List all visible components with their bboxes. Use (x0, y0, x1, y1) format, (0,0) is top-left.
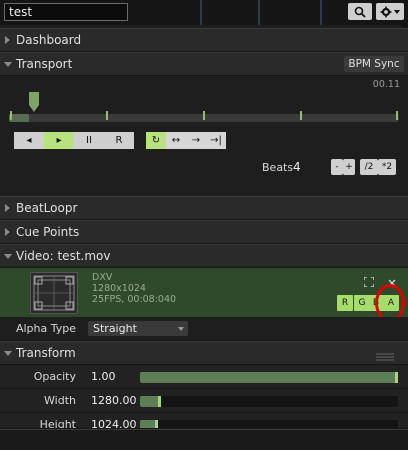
param-value[interactable]: 1280.00 (91, 394, 137, 407)
param-label: Opacity (33, 370, 76, 383)
beats-label: Beats (262, 161, 294, 174)
section-beatloopr[interactable]: BeatLoopr (0, 196, 408, 220)
alpha-type-label: Alpha Type (15, 322, 76, 335)
transport-panel: 00.11 ◂ ▸ II R ↻ ↔ → →| Beats 4 - + /2 *… (0, 76, 408, 196)
section-title: Transport (16, 57, 73, 71)
timecode: 00.11 (372, 79, 400, 90)
forward-mode-button[interactable]: → (186, 132, 206, 149)
slider-handle[interactable] (157, 396, 161, 407)
video-thumbnail[interactable] (30, 272, 78, 314)
section-title: BeatLoopr (16, 201, 78, 215)
expand-arrow-icon (5, 36, 10, 44)
param-label: Height (39, 418, 76, 429)
pause-button[interactable]: II (74, 132, 104, 149)
expand-arrow-icon (5, 204, 10, 212)
channel-r-toggle[interactable]: R (337, 295, 353, 311)
footer-bar (0, 429, 408, 450)
alpha-type-value: Straight (93, 322, 137, 335)
sync-mode-select[interactable]: BPM Sync (344, 56, 404, 72)
loop-mode-button[interactable]: ↻ (146, 132, 166, 149)
search-icon (354, 6, 366, 18)
fullscreen-icon[interactable] (363, 276, 375, 288)
section-video[interactable]: Video: test.mov (0, 244, 408, 268)
param-value[interactable]: 1024.00 (91, 418, 137, 428)
collapse-arrow-icon (4, 351, 12, 356)
video-resolution: 1280x1024 (92, 283, 146, 294)
alpha-type-select[interactable]: Straight (88, 321, 188, 336)
top-bar-decoration (200, 0, 202, 25)
beat-marker (396, 111, 398, 120)
beats-value[interactable]: 4 (293, 160, 301, 174)
top-bar: test (0, 0, 408, 25)
param-label: Width (44, 394, 76, 407)
play-once-end-button[interactable]: →| (206, 132, 226, 149)
search-input[interactable]: test (4, 3, 128, 21)
search-button[interactable] (348, 3, 372, 20)
transform-row: Width 1280.00 (0, 389, 408, 413)
section-dashboard[interactable]: Dashboard (0, 28, 408, 52)
beats-halve-button[interactable]: /2 (360, 159, 378, 175)
alpha-type-row: Alpha Type Straight (0, 317, 408, 341)
section-transform[interactable]: Transform (0, 341, 408, 365)
section-title: Transform (16, 346, 76, 360)
beat-marker (203, 111, 205, 120)
video-fps-duration: 25FPS, 00:08:040 (92, 294, 177, 305)
top-bar-decoration (320, 0, 322, 25)
collapse-arrow-icon (4, 254, 12, 259)
height-slider[interactable] (140, 420, 398, 428)
settings-button[interactable] (376, 3, 404, 20)
transform-row: Opacity 1.00 (0, 365, 408, 389)
bounce-mode-button[interactable]: ↔ (166, 132, 186, 149)
gear-icon (380, 6, 392, 17)
video-codec: DXV (92, 272, 113, 283)
thumbnail-image (33, 275, 75, 311)
beats-plus-button[interactable]: + (343, 159, 355, 175)
width-slider[interactable] (140, 396, 398, 407)
beats-double-button[interactable]: *2 (378, 159, 396, 175)
previous-button[interactable]: ◂ (14, 132, 44, 149)
section-title: Video: test.mov (16, 249, 111, 263)
beat-marker (10, 111, 12, 120)
param-value[interactable]: 1.00 (91, 370, 116, 383)
close-icon[interactable] (388, 276, 396, 287)
opacity-slider[interactable] (140, 372, 398, 383)
beat-marker (106, 111, 108, 120)
beats-minus-button[interactable]: - (331, 159, 343, 175)
restart-button[interactable]: R (104, 132, 134, 149)
playhead-handle[interactable] (28, 92, 40, 112)
slider-handle[interactable] (155, 420, 159, 428)
play-button[interactable]: ▸ (44, 132, 74, 149)
collapse-arrow-icon (4, 62, 12, 67)
slider-fill (140, 372, 398, 383)
transform-row: Height 1024.00 (0, 413, 408, 429)
chevron-down-icon (178, 327, 184, 331)
section-title: Dashboard (16, 33, 82, 47)
top-bar-decoration (258, 0, 260, 25)
menu-handle-icon[interactable] (376, 350, 394, 361)
section-transport[interactable]: Transport BPM Sync (0, 52, 408, 76)
slider-handle[interactable] (395, 372, 398, 383)
expand-arrow-icon (5, 228, 10, 236)
beat-marker (300, 111, 302, 120)
chevron-down-icon (394, 9, 400, 14)
section-cue-points[interactable]: Cue Points (0, 220, 408, 244)
section-title: Cue Points (16, 225, 80, 239)
